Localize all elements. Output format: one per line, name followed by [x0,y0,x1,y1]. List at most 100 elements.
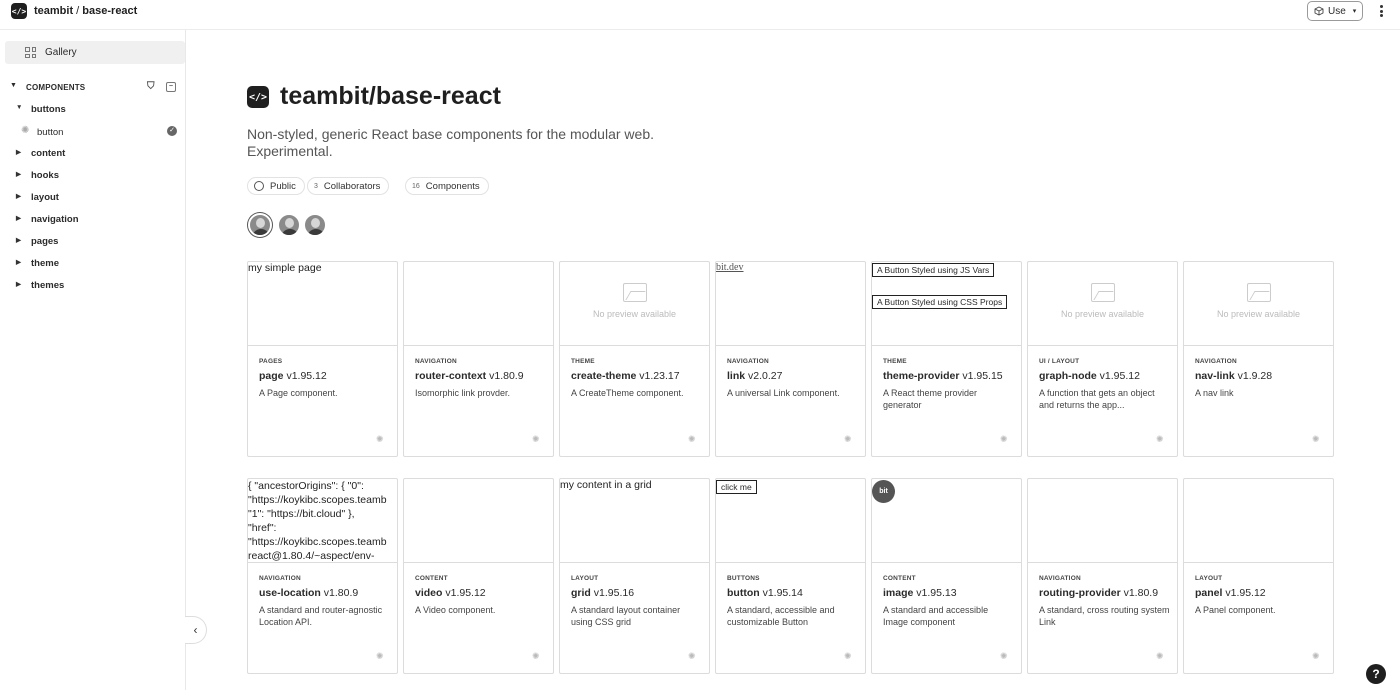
gear-icon: ✺ [532,434,540,444]
sidebar-item-label: hooks [31,170,59,181]
component-card-theme-provider[interactable]: A Button Styled using JS Vars A Button S… [871,261,1022,457]
card-description: Isomorphic link provder. [415,388,511,398]
image-placeholder-icon [1246,283,1271,302]
collapse-sidebar-button[interactable]: ‹ [185,616,207,644]
component-card-use-location[interactable]: { "ancestorOrigins": { "0": "https://koy… [247,478,398,674]
card-version: v1.95.16 [593,587,635,599]
card-description: A Page component. [259,388,338,398]
collaborators-badge[interactable]: 3 Collaborators [307,177,390,195]
component-card-image[interactable]: bit CONTENT image v1.95.13 A standard an… [871,478,1022,674]
component-card-link[interactable]: bit.dev NAVIGATION link v2.0.27 A univer… [715,261,866,457]
image-placeholder-icon [1090,283,1115,302]
avatar[interactable] [248,213,272,237]
sidebar-item-themes[interactable]: ▶ themes [0,277,186,295]
sidebar-item-pages[interactable]: ▶ pages [0,233,186,251]
scope-separator: / [73,5,83,17]
card-description: A standard, cross routing system Link [1039,605,1170,627]
more-options-icon[interactable] [1376,3,1386,19]
card-preview: No preview available [1028,262,1177,346]
component-card-button[interactable]: click me BUTTONS button v1.95.14 A stand… [715,478,866,674]
card-namespace: NAVIGATION [1195,358,1237,365]
card-version: v2.0.27 [748,370,783,382]
component-icon: ✺ [21,125,30,136]
triangle-down-icon[interactable]: ▼ [10,82,17,89]
globe-icon [254,181,264,191]
gear-icon: ✺ [688,434,696,444]
card-description: A Video component. [415,605,496,615]
component-card-grid[interactable]: my content in a grid LAYOUT grid v1.95.1… [559,478,710,674]
scope-description: Non-styled, generic React base component… [247,126,654,159]
sidebar-item-button[interactable]: ✺ button ✓ [0,123,186,141]
components-badge: 16 Components [405,177,489,195]
card-namespace: NAVIGATION [415,358,457,365]
sidebar-item-buttons[interactable]: ▼ buttons [0,101,186,119]
scope-org[interactable]: teambit [34,5,73,17]
card-preview [404,479,553,563]
preview-code: { "ancestorOrigins": { "0": "https://koy… [248,480,387,562]
collaborators-count: 3 [314,182,318,190]
sidebar-item-theme[interactable]: ▶ theme [0,255,186,273]
card-description: A React theme provider generator [883,388,978,410]
card-description: A standard and router-agnostic Location … [259,605,383,627]
sidebar-item-label: theme [31,258,59,269]
scope-logo-icon[interactable]: </> [11,3,27,19]
preview-click-button[interactable]: click me [716,480,757,494]
no-preview-label: No preview available [1216,309,1301,319]
triangle-right-icon: ▶ [16,149,21,156]
avatar[interactable] [277,213,301,237]
check-icon: ✓ [167,126,177,136]
component-card-routing-provider[interactable]: NAVIGATION routing-provider v1.80.9 A st… [1027,478,1178,674]
no-preview-label: No preview available [592,309,677,319]
preview-text: my simple page [248,262,322,274]
card-namespace: NAVIGATION [1039,575,1081,582]
gear-icon: ✺ [844,651,852,661]
scope-breadcrumb[interactable]: teambit / base-react [34,5,137,17]
components-section-header[interactable]: ▼ COMPONENTS ⛉ − [0,80,186,94]
sidebar-item-gallery[interactable]: Gallery [5,41,185,64]
card-description: A Panel component. [1195,605,1276,615]
sidebar-item-navigation[interactable]: ▶ navigation [0,211,186,229]
component-card-nav-link[interactable]: No preview available NAVIGATION nav-link… [1183,261,1334,457]
visibility-badge: Public [247,177,305,195]
sidebar-item-layout[interactable]: ▶ layout [0,189,186,207]
collapse-all-icon[interactable]: − [166,82,176,92]
avatar[interactable] [303,213,327,237]
component-card-panel[interactable]: LAYOUT panel v1.95.12 A Panel component.… [1183,478,1334,674]
card-namespace: BUTTONS [727,575,760,582]
collaborators-label: Collaborators [323,180,381,192]
components-section-label: COMPONENTS [26,83,86,92]
card-preview: No preview available [1184,262,1333,346]
card-namespace: NAVIGATION [727,358,769,365]
component-card-video[interactable]: CONTENT video v1.95.12 A Video component… [403,478,554,674]
component-card-router-context[interactable]: NAVIGATION router-context v1.80.9 Isomor… [403,261,554,457]
card-name: nav-link [1195,370,1235,382]
card-name: create-theme [571,370,637,382]
page-title: teambit/base-react [280,82,501,110]
card-version: v1.80.9 [489,370,524,382]
scope-logo-icon: </> [247,86,269,108]
component-card-create-theme[interactable]: No preview available THEME create-theme … [559,261,710,457]
component-card-page[interactable]: my simple page PAGES page v1.95.12 A Pag… [247,261,398,457]
gear-icon: ✺ [1156,651,1164,661]
sidebar-item-hooks[interactable]: ▶ hooks [0,167,186,185]
cube-icon [1314,6,1324,16]
triangle-right-icon: ▶ [16,171,21,178]
card-preview: { "ancestorOrigins": { "0": "https://koy… [248,479,397,563]
card-namespace: THEME [571,358,595,365]
scope-name[interactable]: base-react [82,5,137,17]
card-preview [404,262,553,346]
card-namespace: UI / LAYOUT [1039,358,1080,365]
filter-icon[interactable]: ⛉ [147,81,155,92]
help-button[interactable]: ? [1366,664,1386,684]
card-description: A standard and accessible Image componen… [883,605,989,627]
component-card-graph-node[interactable]: No preview available UI / LAYOUT graph-n… [1027,261,1178,457]
card-version: v1.95.13 [916,587,957,599]
sidebar-item-content[interactable]: ▶ content [0,145,186,163]
sidebar: Gallery ▼ COMPONENTS ⛉ − ▼ buttons ✺ but… [0,30,186,690]
gear-icon: ✺ [688,651,696,661]
card-namespace: LAYOUT [1195,575,1223,582]
card-namespace: CONTENT [415,575,448,582]
use-button[interactable]: Use ▾ [1307,1,1363,21]
card-version: v1.9.28 [1237,370,1273,382]
gear-icon: ✺ [1000,434,1008,444]
